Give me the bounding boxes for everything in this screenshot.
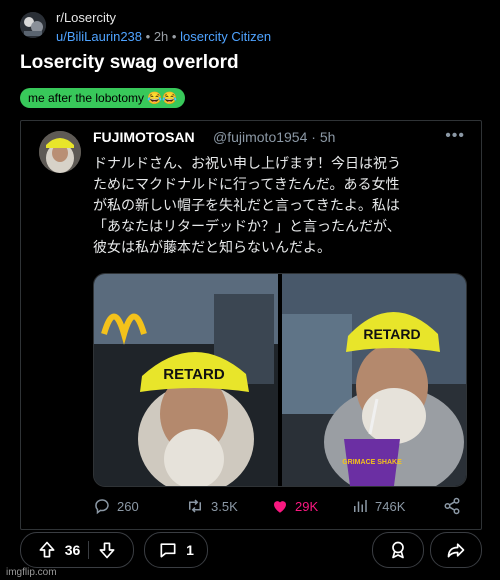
tweet-avatar-image: [39, 131, 81, 173]
like-action[interactable]: 29K: [271, 497, 318, 515]
tweet-handle-time[interactable]: @fujimoto1954 · 5h: [213, 129, 335, 145]
views-count: 746K: [375, 498, 406, 514]
share-button[interactable]: [430, 532, 482, 568]
comment-count: 1: [186, 542, 194, 558]
views-action[interactable]: 746K: [351, 497, 405, 515]
award-button[interactable]: [372, 532, 424, 568]
upvote-icon[interactable]: [37, 540, 57, 560]
hat-text: RETARD: [163, 366, 225, 383]
hat-text: RETARD: [363, 326, 420, 342]
tweet-photo-left[interactable]: RETARD: [94, 274, 278, 486]
reply-icon: [95, 499, 109, 515]
cup-text: GRIMACE SHAKE: [342, 459, 402, 466]
meta-dot: •: [145, 29, 151, 44]
imgflip-watermark: imgflip.com: [6, 567, 57, 578]
post-title[interactable]: Losercity swag overlord: [20, 52, 239, 74]
subreddit-avatar[interactable]: [20, 12, 46, 38]
comment-icon: [160, 543, 176, 558]
subreddit-avatar-image: [20, 12, 46, 38]
vote-pill: 36: [20, 532, 134, 568]
tweet-text: ドナルドさん、お祝い申し上げます！今日は祝う ためにマクドナルドに行ってきたんだ…: [93, 155, 401, 255]
meta-dot: •: [171, 29, 177, 44]
tweet-photo-right[interactable]: RETARD GRIMACE SHAKE: [282, 274, 466, 486]
tweet-photos[interactable]: RETARD RETARD GRIMACE SHAKE: [93, 273, 467, 487]
award-icon: [392, 541, 404, 559]
more-horizontal-icon[interactable]: •••: [445, 127, 465, 145]
share-action[interactable]: [443, 497, 467, 515]
post-header: r/Losercity u/BiliLaurin238 • 2h • loser…: [20, 10, 490, 50]
tweet-display-name[interactable]: FUJIMOTOSAN: [93, 129, 195, 145]
post-time: 2h: [153, 29, 169, 44]
embedded-tweet-image[interactable]: FUJIMOTOSAN @fujimoto1954 · 5h ••• ドナルドさ…: [20, 120, 482, 530]
author-flair[interactable]: losercity Citizen: [180, 29, 271, 44]
post-action-bar: 36 1: [20, 532, 490, 568]
photo-selfie-mcdonalds: RETARD: [94, 274, 278, 486]
comments-button[interactable]: 1: [144, 532, 208, 568]
tweet-avatar: [39, 131, 81, 173]
tweet-actions: 260 3.5K 29K 746K: [93, 497, 463, 519]
share-arrow-icon: [447, 543, 465, 558]
author-link[interactable]: u/BiliLaurin238: [56, 29, 142, 44]
like-count: 29K: [295, 498, 319, 514]
post-flair[interactable]: me after the lobotomy 😂😂: [20, 88, 186, 108]
reply-count: 260: [117, 498, 139, 514]
subreddit-name[interactable]: r/Losercity: [56, 10, 116, 25]
upvote-count: 36: [64, 542, 81, 558]
retweet-icon: [189, 499, 201, 513]
heart-icon: [274, 501, 286, 513]
share-icon: [444, 497, 460, 515]
downvote-icon[interactable]: [97, 540, 117, 560]
photo-drinking-shake: RETARD GRIMACE SHAKE: [282, 274, 466, 486]
post-meta: u/BiliLaurin238 • 2h • losercity Citizen: [56, 29, 271, 44]
retweet-count: 3.5K: [211, 498, 238, 514]
retweet-action[interactable]: 3.5K: [185, 497, 238, 515]
reply-action[interactable]: 260: [93, 497, 139, 515]
views-icon: [354, 500, 367, 512]
vote-separator: [88, 541, 90, 559]
